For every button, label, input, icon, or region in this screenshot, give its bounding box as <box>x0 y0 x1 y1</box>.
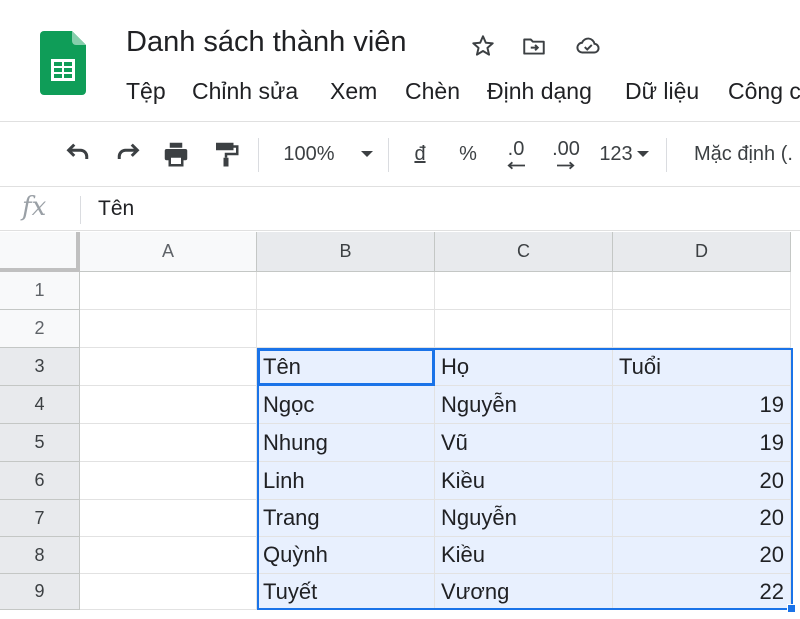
percent-format-button[interactable]: % <box>454 122 482 186</box>
toolbar: 100% đ % .0 .00 123 Mặc định (. <box>0 121 800 187</box>
paint-format-icon[interactable] <box>206 122 246 186</box>
toolbar-divider <box>258 138 259 172</box>
cell-b2[interactable] <box>257 310 435 348</box>
arrow-right-icon <box>557 161 575 170</box>
cell-c7[interactable]: Nguyễn <box>435 500 613 537</box>
cell-a4[interactable] <box>80 386 257 424</box>
undo-icon[interactable] <box>58 122 98 186</box>
row-header-5[interactable]: 5 <box>0 424 80 462</box>
row-header-3[interactable]: 3 <box>0 348 80 386</box>
cell-a5[interactable] <box>80 424 257 462</box>
cell-a6[interactable] <box>80 462 257 500</box>
zoom-value: 100% <box>283 142 335 165</box>
star-icon[interactable] <box>469 32 497 60</box>
increase-decimal-button[interactable]: .00 <box>546 122 586 186</box>
cell-a7[interactable] <box>80 500 257 537</box>
spreadsheet-app: Danh sách thành viên Tệp Chỉnh sửa Xem C… <box>0 0 800 619</box>
cell-d4[interactable]: 19 <box>613 386 791 424</box>
menu-view[interactable]: Xem <box>330 78 377 105</box>
column-header-d[interactable]: D <box>613 232 791 272</box>
cell-b6[interactable]: Linh <box>257 462 435 500</box>
cell-c4[interactable]: Nguyễn <box>435 386 613 424</box>
menu-data[interactable]: Dữ liệu <box>625 78 699 105</box>
cell-b7[interactable]: Trang <box>257 500 435 537</box>
column-header-b[interactable]: B <box>257 232 435 272</box>
decrease-decimal-label: .0 <box>507 138 525 160</box>
cell-d8[interactable]: 20 <box>613 537 791 574</box>
decrease-decimal-button[interactable]: .0 <box>496 122 536 186</box>
move-to-folder-icon[interactable] <box>520 32 548 60</box>
more-formats-button[interactable]: 123 <box>594 122 654 186</box>
cell-d7[interactable]: 20 <box>613 500 791 537</box>
fill-handle[interactable] <box>787 604 796 613</box>
chevron-down-icon <box>360 151 373 157</box>
more-formats-label: 123 <box>599 142 633 165</box>
increase-decimal-label: .00 <box>552 138 580 160</box>
menu-file[interactable]: Tệp <box>126 78 166 105</box>
cell-b9[interactable]: Tuyết <box>257 574 435 610</box>
cell-a8[interactable] <box>80 537 257 574</box>
row-header-1[interactable]: 1 <box>0 272 80 310</box>
zoom-select[interactable]: 100% <box>278 122 378 186</box>
formula-bar: fx Tên <box>0 188 800 231</box>
sheets-logo-icon[interactable] <box>40 31 86 95</box>
cell-c1[interactable] <box>435 272 613 310</box>
cell-d3[interactable]: Tuổi <box>613 348 791 386</box>
cell-a3[interactable] <box>80 348 257 386</box>
document-title[interactable]: Danh sách thành viên <box>126 26 407 59</box>
arrow-left-icon <box>507 161 525 170</box>
row-header-4[interactable]: 4 <box>0 386 80 424</box>
cell-c8[interactable]: Kiều <box>435 537 613 574</box>
font-select[interactable]: Mặc định (. <box>694 122 800 186</box>
row-header-7[interactable]: 7 <box>0 500 80 537</box>
chevron-down-icon <box>636 151 649 157</box>
cell-a1[interactable] <box>80 272 257 310</box>
cell-a9[interactable] <box>80 574 257 610</box>
cell-c6[interactable]: Kiều <box>435 462 613 500</box>
select-all-corner[interactable] <box>0 232 80 272</box>
row-header-8[interactable]: 8 <box>0 537 80 574</box>
redo-icon[interactable] <box>108 122 148 186</box>
cell-a2[interactable] <box>80 310 257 348</box>
menu-format[interactable]: Định dạng <box>487 78 592 105</box>
formula-divider <box>80 196 81 224</box>
cell-d1[interactable] <box>613 272 791 310</box>
cell-d5[interactable]: 19 <box>613 424 791 462</box>
column-header-a[interactable]: A <box>80 232 257 272</box>
row-header-6[interactable]: 6 <box>0 462 80 500</box>
column-header-c[interactable]: C <box>435 232 613 272</box>
cell-b8[interactable]: Quỳnh <box>257 537 435 574</box>
cell-d6[interactable]: 20 <box>613 462 791 500</box>
toolbar-divider <box>388 138 389 172</box>
menu-tools[interactable]: Công c <box>728 78 800 105</box>
cell-b3[interactable]: Tên <box>257 348 435 386</box>
cell-c3[interactable]: Họ <box>435 348 613 386</box>
cell-b5[interactable]: Nhung <box>257 424 435 462</box>
row-header-2[interactable]: 2 <box>0 310 80 348</box>
cell-c5[interactable]: Vũ <box>435 424 613 462</box>
cell-d2[interactable] <box>613 310 791 348</box>
cloud-status-icon[interactable] <box>574 32 602 60</box>
menu-insert[interactable]: Chèn <box>405 78 460 105</box>
row-header-9[interactable]: 9 <box>0 574 80 610</box>
print-icon[interactable] <box>156 122 196 186</box>
cell-c2[interactable] <box>435 310 613 348</box>
cell-b1[interactable] <box>257 272 435 310</box>
menu-edit[interactable]: Chỉnh sửa <box>192 78 298 105</box>
cell-b4[interactable]: Ngọc <box>257 386 435 424</box>
cell-c9[interactable]: Vương <box>435 574 613 610</box>
formula-input[interactable]: Tên <box>98 197 134 221</box>
cell-d9[interactable]: 22 <box>613 574 791 610</box>
fx-icon: fx <box>22 192 47 222</box>
toolbar-divider <box>666 138 667 172</box>
currency-format-button[interactable]: đ <box>406 122 434 186</box>
